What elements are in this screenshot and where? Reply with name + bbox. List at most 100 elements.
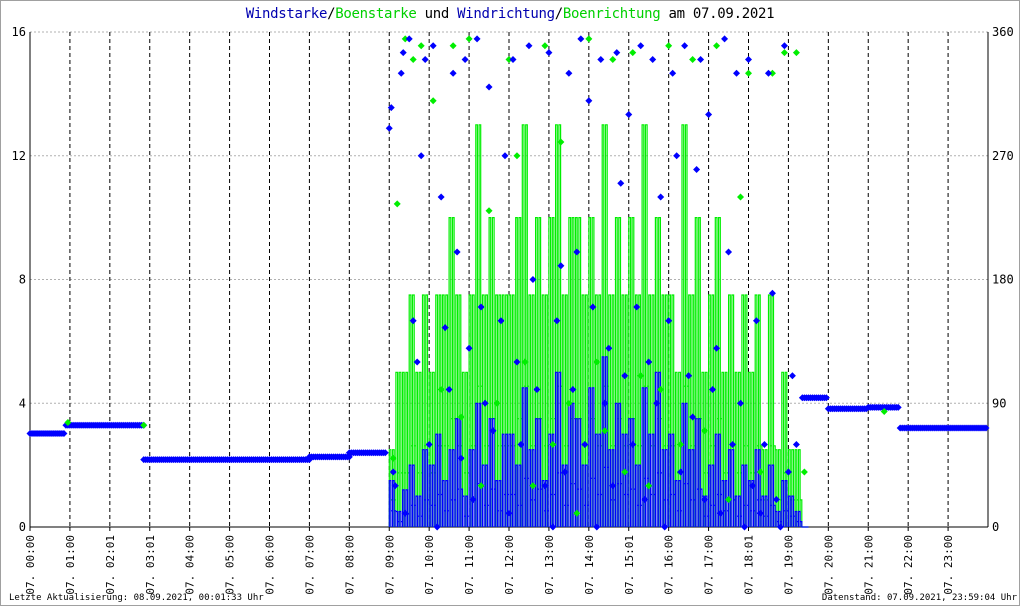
wind-direction-marker [721, 35, 729, 43]
y-right-tick-label: 360 [992, 25, 1014, 39]
wind-direction-marker [705, 111, 713, 118]
wind-direction-marker [697, 56, 705, 63]
wind-direction-marker [449, 69, 457, 77]
x-tick-label: 07. 19:00 [782, 535, 795, 595]
x-tick-label: 07. 18:01 [743, 535, 756, 595]
wind-direction-marker [565, 69, 573, 77]
gust-direction-marker [393, 200, 401, 208]
wind-direction-marker [385, 124, 393, 132]
gust-direction-marker [485, 207, 493, 215]
y-right-tick-label: 0 [992, 520, 999, 534]
x-tick-label: 07. 09:00 [383, 535, 396, 595]
x-tick-label: 07. 02:01 [104, 535, 117, 595]
wind-direction-marker [745, 56, 752, 63]
y-right-tick-label: 270 [992, 149, 1014, 163]
wind-direction-marker [417, 152, 425, 160]
wind-direction-marker [397, 69, 405, 77]
gust-direction-marker [449, 42, 457, 50]
wind-direction-marker [501, 152, 509, 160]
x-tick-label: 07. 10:00 [423, 535, 436, 595]
chart-plot: 0 0 4 90 8 180 12 270 16 360 07. 00:00 07. 01:00 07.… [12, 25, 1014, 595]
gust-direction-marker [465, 35, 473, 43]
gust-direction-marker [629, 49, 637, 57]
y-right-tick-label: 90 [992, 396, 1006, 410]
gust-direction-marker [800, 468, 808, 476]
x-tick-label: 07. 06:00 [264, 535, 277, 595]
gust-direction-marker [417, 42, 425, 50]
wind-direction-marker [461, 56, 469, 63]
x-tick-label: 07. 04:00 [184, 535, 197, 595]
wind-direction-marker [425, 441, 433, 448]
x-tick-label: 07. 03:01 [144, 535, 157, 595]
x-tick-label: 07. 15:01 [623, 535, 636, 595]
wind-direction-marker [625, 111, 633, 118]
wind-direction-marker [649, 56, 657, 63]
x-tick-label: 07. 08:00 [343, 535, 356, 595]
x-tick-label: 07. 20:00 [822, 535, 835, 595]
wind-direction-marker [485, 83, 493, 91]
x-tick-label: 07. 00:00 [24, 535, 37, 595]
wind-direction-marker [597, 56, 605, 63]
gust-direction-marker [409, 56, 417, 63]
wind-direction-marker [525, 42, 533, 50]
wind-direction-marker [429, 42, 437, 50]
x-tick-label: 07. 12:00 [503, 535, 516, 595]
wind-direction-marker [665, 317, 673, 325]
wind-direction-marker [445, 386, 453, 393]
x-tick-label: 07. 07:00 [303, 535, 316, 595]
wind-direction-marker [681, 42, 689, 50]
y-left-tick-label: 8 [19, 273, 26, 287]
x-tick-label: 07. 21:00 [862, 535, 875, 595]
wind-direction-marker [733, 69, 741, 77]
wind-direction-marker [725, 248, 733, 256]
x-tick-label: 07. 16:00 [663, 535, 676, 595]
gust-direction-marker [725, 496, 733, 503]
wind-direction-marker [617, 179, 625, 187]
gust-direction-marker [645, 482, 653, 490]
wind-direction-marker [473, 35, 481, 43]
wind-direction-marker [437, 193, 445, 201]
wind-direction-marker [465, 344, 473, 352]
wind-direction-marker [673, 152, 681, 160]
gust-direction-marker [780, 49, 788, 57]
gust-direction-marker [737, 193, 745, 201]
gust-direction-marker [745, 69, 752, 77]
y-left-tick-label: 16 [12, 25, 26, 39]
gust-direction-marker [713, 42, 721, 50]
wind-direction-marker [613, 49, 621, 57]
gust-direction-marker [541, 42, 549, 50]
wind-direction-marker [784, 468, 792, 476]
y-left-tick-label: 0 [19, 520, 26, 534]
wind-direction-marker [685, 372, 693, 380]
wind-direction-marker [764, 69, 772, 77]
gust-direction-marker [792, 49, 800, 57]
wind-direction-marker [637, 42, 645, 50]
x-tick-label: 07. 05:00 [224, 535, 237, 595]
wind-direction-marker [545, 49, 553, 57]
gust-direction-marker [609, 56, 617, 63]
last-update: Letzte Aktualisierung: 08.09.2021, 00:01… [9, 593, 264, 603]
x-tick-label: 07. 22:00 [902, 535, 915, 595]
y-left-tick-label: 12 [12, 149, 26, 163]
wind-direction-marker [669, 69, 677, 77]
gust-direction-marker [585, 35, 593, 43]
wind-direction-marker [505, 509, 513, 517]
wind-direction-marker [605, 344, 613, 352]
wind-direction-marker [577, 35, 585, 43]
gust-direction-marker [513, 152, 521, 160]
y-left-tick-label: 4 [19, 396, 26, 410]
wind-direction-marker [399, 49, 407, 57]
wind-direction-marker [788, 372, 796, 380]
wind-direction-marker [585, 97, 593, 105]
x-tick-label: 07. 14:00 [583, 535, 596, 595]
y-right-tick-label: 180 [992, 273, 1014, 287]
gust-direction-marker [665, 42, 673, 50]
x-tick-label: 07. 11:00 [463, 535, 476, 595]
data-timestamp: Datenstand: 07.09.2021, 23:59:04 Uhr [821, 593, 1017, 603]
x-tick-label: 07. 17:00 [703, 535, 716, 595]
gust-direction-marker [689, 56, 697, 63]
x-tick-label: 07. 01:00 [64, 535, 77, 595]
gust-direction-marker [565, 399, 573, 407]
wind-direction-marker [405, 35, 413, 43]
wind-direction-marker [693, 166, 701, 173]
